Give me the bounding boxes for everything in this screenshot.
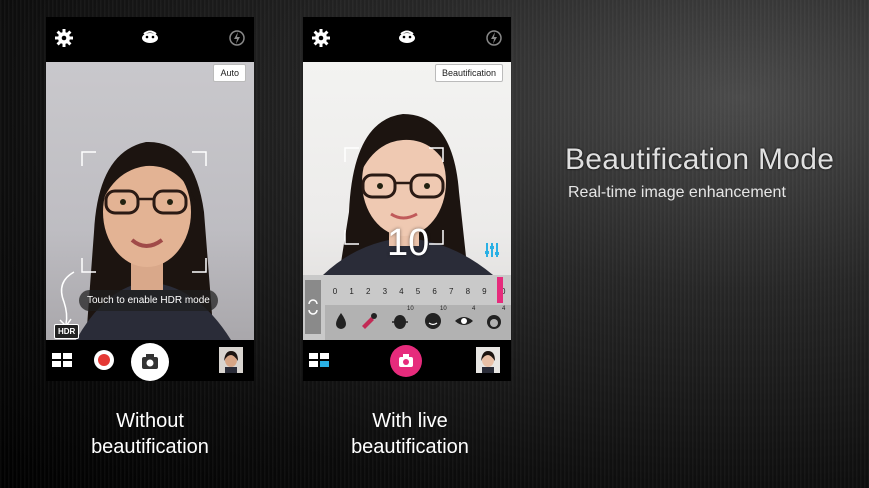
hdr-hint-tooltip[interactable]: Touch to enable HDR mode bbox=[79, 290, 218, 311]
camera-top-bar bbox=[46, 17, 254, 62]
camera-viewfinder[interactable]: Auto Touch to enable HDR mode HDR bbox=[46, 62, 254, 340]
flash-icon[interactable] bbox=[226, 27, 248, 49]
camera-shutter-icon[interactable] bbox=[130, 342, 170, 382]
caption-line: Without bbox=[116, 410, 184, 432]
subheadline: Real-time image enhancement bbox=[568, 184, 786, 201]
beauty-mode-icon[interactable] bbox=[139, 27, 161, 49]
gallery-thumbnail[interactable] bbox=[476, 347, 500, 373]
beauty-level-overlay: 10 bbox=[387, 222, 430, 264]
beauty-adjust-panel: 0 1 2 3 4 5 6 7 8 9 10 10 4 4 bbox=[303, 275, 511, 340]
face-slim-value: 10 bbox=[407, 306, 414, 312]
caption-line: beautification bbox=[351, 436, 469, 458]
gear-icon[interactable] bbox=[310, 27, 332, 49]
hair-value: 4 bbox=[502, 306, 506, 312]
gallery-thumbnail[interactable] bbox=[219, 347, 243, 373]
slider-tick: 3 bbox=[382, 287, 388, 296]
record-icon[interactable] bbox=[93, 349, 115, 371]
gear-icon[interactable] bbox=[53, 27, 75, 49]
slider-tick: 0 bbox=[332, 287, 338, 296]
skin-tone-icon[interactable] bbox=[330, 310, 352, 332]
slider-tick: 8 bbox=[465, 287, 471, 296]
caption-line: With live bbox=[372, 410, 448, 432]
hair-icon[interactable] bbox=[483, 310, 505, 332]
camera-viewfinder[interactable]: Beautification 10 0 1 2 3 4 5 6 7 8 9 10… bbox=[303, 62, 511, 340]
grid-menu-icon[interactable] bbox=[52, 353, 72, 367]
face-slim-icon[interactable] bbox=[389, 310, 411, 332]
phone-with-beautification: Beautification 10 0 1 2 3 4 5 6 7 8 9 10… bbox=[303, 17, 511, 381]
slider-tick: 6 bbox=[432, 287, 437, 296]
caption-line: beautification bbox=[91, 436, 209, 458]
refresh-button[interactable] bbox=[305, 280, 321, 334]
camera-bottom-bar bbox=[303, 340, 511, 381]
beauty-mode-icon[interactable] bbox=[396, 27, 418, 49]
caption-with: With live beautification bbox=[300, 408, 520, 460]
slider-tick: 4 bbox=[399, 287, 404, 296]
caption-without: Without beautification bbox=[40, 408, 260, 460]
blush-icon[interactable] bbox=[358, 310, 380, 332]
camera-top-bar bbox=[303, 17, 511, 62]
slider-tick: 1 bbox=[349, 287, 354, 296]
slider-thumb[interactable] bbox=[497, 277, 503, 303]
slider-tick: 5 bbox=[415, 287, 421, 296]
beauty-feature-row: 10 10 4 4 bbox=[325, 305, 511, 340]
skin-smooth-icon[interactable] bbox=[422, 310, 444, 332]
sliders-icon[interactable] bbox=[484, 242, 500, 258]
slider-tick: 2 bbox=[365, 287, 371, 296]
eye-enlarge-icon[interactable] bbox=[453, 310, 475, 332]
camera-bottom-bar bbox=[46, 340, 254, 381]
slider-tick: 7 bbox=[448, 287, 454, 296]
skin-smooth-value: 10 bbox=[440, 306, 447, 312]
beauty-level-slider[interactable]: 0 1 2 3 4 5 6 7 8 9 10 bbox=[325, 275, 511, 305]
camera-shutter-icon[interactable] bbox=[389, 344, 423, 378]
eye-enlarge-value: 4 bbox=[472, 306, 476, 312]
flash-icon[interactable] bbox=[483, 27, 505, 49]
slider-tick: 9 bbox=[482, 287, 487, 296]
phone-without-beautification: Auto Touch to enable HDR mode HDR bbox=[46, 17, 254, 381]
refresh-icon bbox=[308, 299, 318, 315]
headline: Beautification Mode bbox=[565, 143, 835, 176]
hdr-badge[interactable]: HDR bbox=[54, 324, 80, 339]
grid-menu-icon[interactable] bbox=[309, 353, 329, 367]
